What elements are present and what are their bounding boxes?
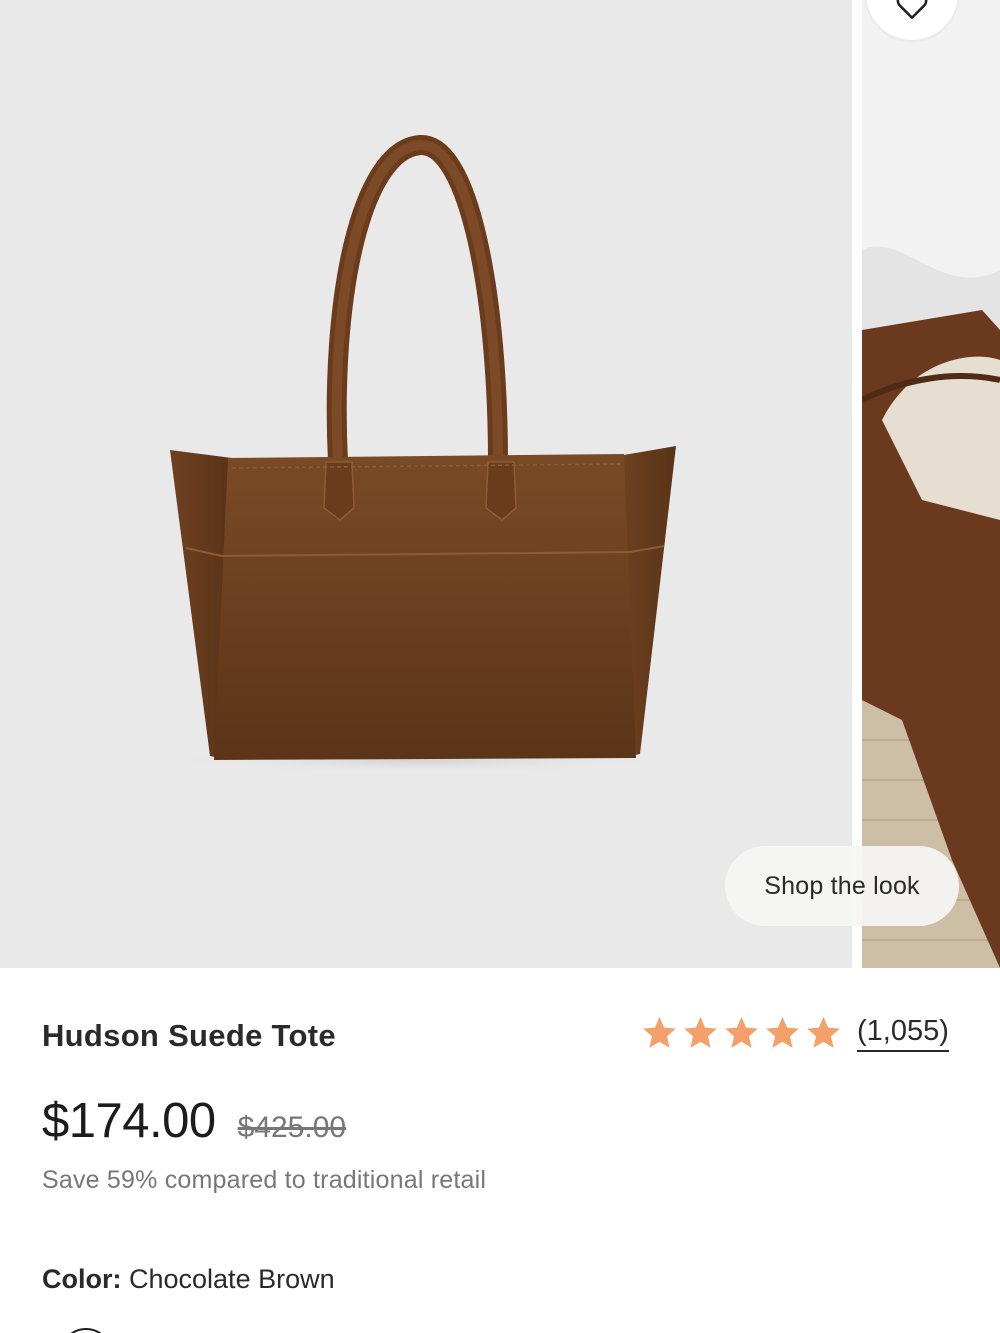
product-rating[interactable]: (1,055) xyxy=(640,1014,949,1052)
color-swatch[interactable] xyxy=(60,1328,112,1333)
shop-the-look-button[interactable]: Shop the look xyxy=(725,846,959,926)
product-image-next[interactable] xyxy=(862,0,1000,968)
product-image-gallery[interactable]: Shop the look xyxy=(0,0,1000,968)
color-label: Color: xyxy=(42,1264,122,1294)
savings-text: Save 59% compared to traditional retail xyxy=(42,1166,487,1194)
product-info: Hudson Suede Tote (1,055) $174.00 $425.0… xyxy=(0,968,1000,1333)
heart-icon xyxy=(896,0,928,20)
shop-the-look-label: Shop the look xyxy=(764,871,920,900)
product-image-main[interactable] xyxy=(0,0,852,968)
compare-price: $425.00 xyxy=(237,1111,347,1144)
star-icon xyxy=(766,1016,799,1048)
star-icon xyxy=(725,1016,758,1048)
star-rating xyxy=(640,1014,843,1052)
sale-price: $174.00 xyxy=(42,1094,216,1148)
star-icon xyxy=(807,1016,840,1048)
star-icon xyxy=(643,1016,676,1048)
color-value: Chocolate Brown xyxy=(129,1264,335,1294)
review-count-link[interactable]: (1,055) xyxy=(857,1014,949,1052)
color-selection-label: Color: Chocolate Brown xyxy=(42,1264,335,1295)
lifestyle-image xyxy=(862,0,1000,968)
price-row: $174.00 $425.00 xyxy=(42,1093,346,1149)
product-title: Hudson Suede Tote xyxy=(42,1018,336,1053)
star-icon xyxy=(684,1016,717,1048)
tote-bag-image xyxy=(160,135,680,774)
